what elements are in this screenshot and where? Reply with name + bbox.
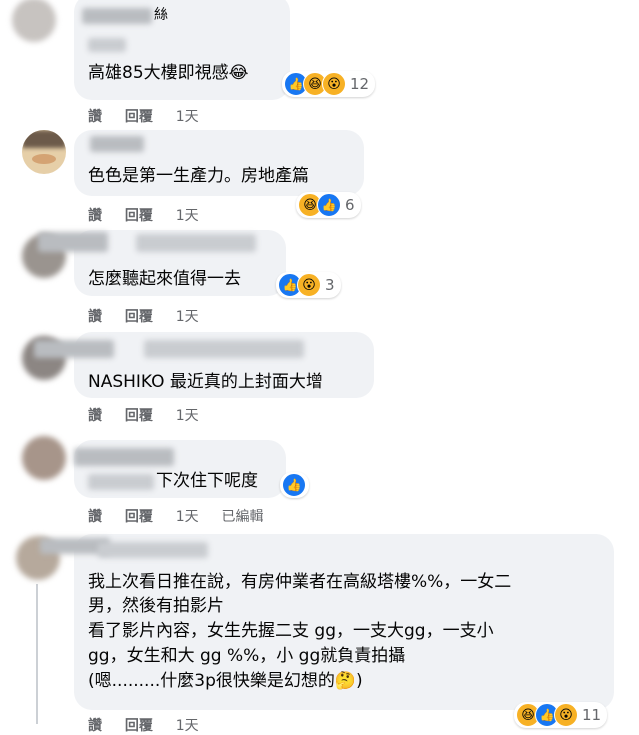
like-button[interactable]: 讚 [88,306,102,326]
author-name-extra [136,234,256,252]
comment-bubble: 絲 高雄85大樓即視感😂 [74,0,290,100]
timestamp[interactable]: 1天 [176,506,199,526]
comment-text: 高雄85大樓即視感😂 [88,63,249,83]
reaction-summary[interactable]: 👍 [280,472,309,498]
comment-bubble: 我上次看日推在說，有房仲業者在高級塔樓%%，一女二 男，然後有拍影片 看了影片內… [40,534,614,710]
author-name-extra [98,542,208,558]
author-badge [88,474,154,490]
comment-text-line: gg，女生和大 gg %%，小 gg就負責拍攝 [88,646,406,666]
comment-actions: 讚 回覆 1天 [88,106,217,126]
comment-actions: 讚 回覆 1天 [88,205,217,225]
author-name[interactable] [82,8,152,24]
like-button[interactable]: 讚 [88,506,102,526]
like-button[interactable]: 讚 [88,106,102,126]
timestamp[interactable]: 1天 [176,205,199,225]
reply-button[interactable]: 回覆 [125,306,153,326]
comment-text-line: 看了影片內容，女生先握二支 gg，一支大gg，一支小 [88,621,494,641]
avatar[interactable] [12,0,56,42]
comment-text: 怎麼聽起來值得一去 [88,269,241,289]
reaction-summary[interactable]: 😆 👍 😮 11 [514,702,608,728]
reaction-summary[interactable]: 😆 👍 6 [296,192,361,218]
reply-button[interactable]: 回覆 [125,715,153,735]
like-reaction-icon: 👍 [282,473,306,497]
comment-text-line: 我上次看日推在說，有房仲業者在高級塔樓%%，一女二 [88,572,512,592]
comment-bubble: 下次住下呢度 [74,440,286,498]
author-name-suffix[interactable]: 絲 [154,3,168,27]
author-name[interactable] [90,136,144,152]
author-badge [88,38,126,52]
author-name-extra [144,340,304,358]
comment-actions: 讚 回覆 1天 已編輯 [88,506,282,526]
like-button[interactable]: 讚 [88,715,102,735]
like-reaction-icon: 👍 [317,193,341,217]
edited-label[interactable]: 已編輯 [222,506,264,526]
timestamp[interactable]: 1天 [176,106,199,126]
avatar[interactable] [22,436,66,480]
reaction-count: 6 [345,196,355,214]
author-name[interactable] [34,340,114,358]
wow-reaction-icon: 😮 [297,273,321,297]
comment-text: 下次住下呢度 [156,471,258,491]
reply-button[interactable]: 回覆 [125,205,153,225]
timestamp[interactable]: 1天 [176,715,199,735]
comment-text: NASHIKO 最近真的上封面大增 [88,372,323,392]
reaction-count: 3 [325,276,335,294]
wow-reaction-icon: 😮 [554,703,578,727]
comment-actions: 讚 回覆 1天 [88,715,217,735]
wow-reaction-icon: 😮 [322,72,346,96]
avatar[interactable] [22,130,66,174]
comment-actions: 讚 回覆 1天 [88,405,217,425]
reaction-summary[interactable]: 👍 😆 😮 12 [282,71,376,97]
reply-button[interactable]: 回覆 [125,405,153,425]
comment-bubble: NASHIKO 最近真的上封面大增 [34,332,374,398]
reply-button[interactable]: 回覆 [125,106,153,126]
reaction-summary[interactable]: 👍 😮 3 [276,272,341,298]
comment-actions: 讚 回覆 1天 [88,306,217,326]
timestamp[interactable]: 1天 [176,405,199,425]
comment-text: 色色是第一生產力。房地產篇 [88,166,309,186]
reaction-count: 11 [582,706,602,724]
comment-bubble: 怎麼聽起來值得一去 [38,230,286,296]
comment-bubble: 色色是第一生產力。房地產篇 [74,130,364,196]
comment-text-line: (嗯.........什麼3p很快樂是幻想的🤔) [88,671,363,691]
author-name[interactable] [38,232,108,252]
reaction-count: 12 [350,75,370,93]
comment-thread: 絲 高雄85大樓即視感😂 👍 😆 😮 12 讚 回覆 1天 色色是第一生產力。房… [0,0,639,735]
like-button[interactable]: 讚 [88,205,102,225]
comment-text-line: 男，然後有拍影片 [88,596,224,616]
reply-button[interactable]: 回覆 [125,506,153,526]
author-name[interactable] [74,448,174,466]
thread-line [36,584,38,724]
like-button[interactable]: 讚 [88,405,102,425]
timestamp[interactable]: 1天 [176,306,199,326]
